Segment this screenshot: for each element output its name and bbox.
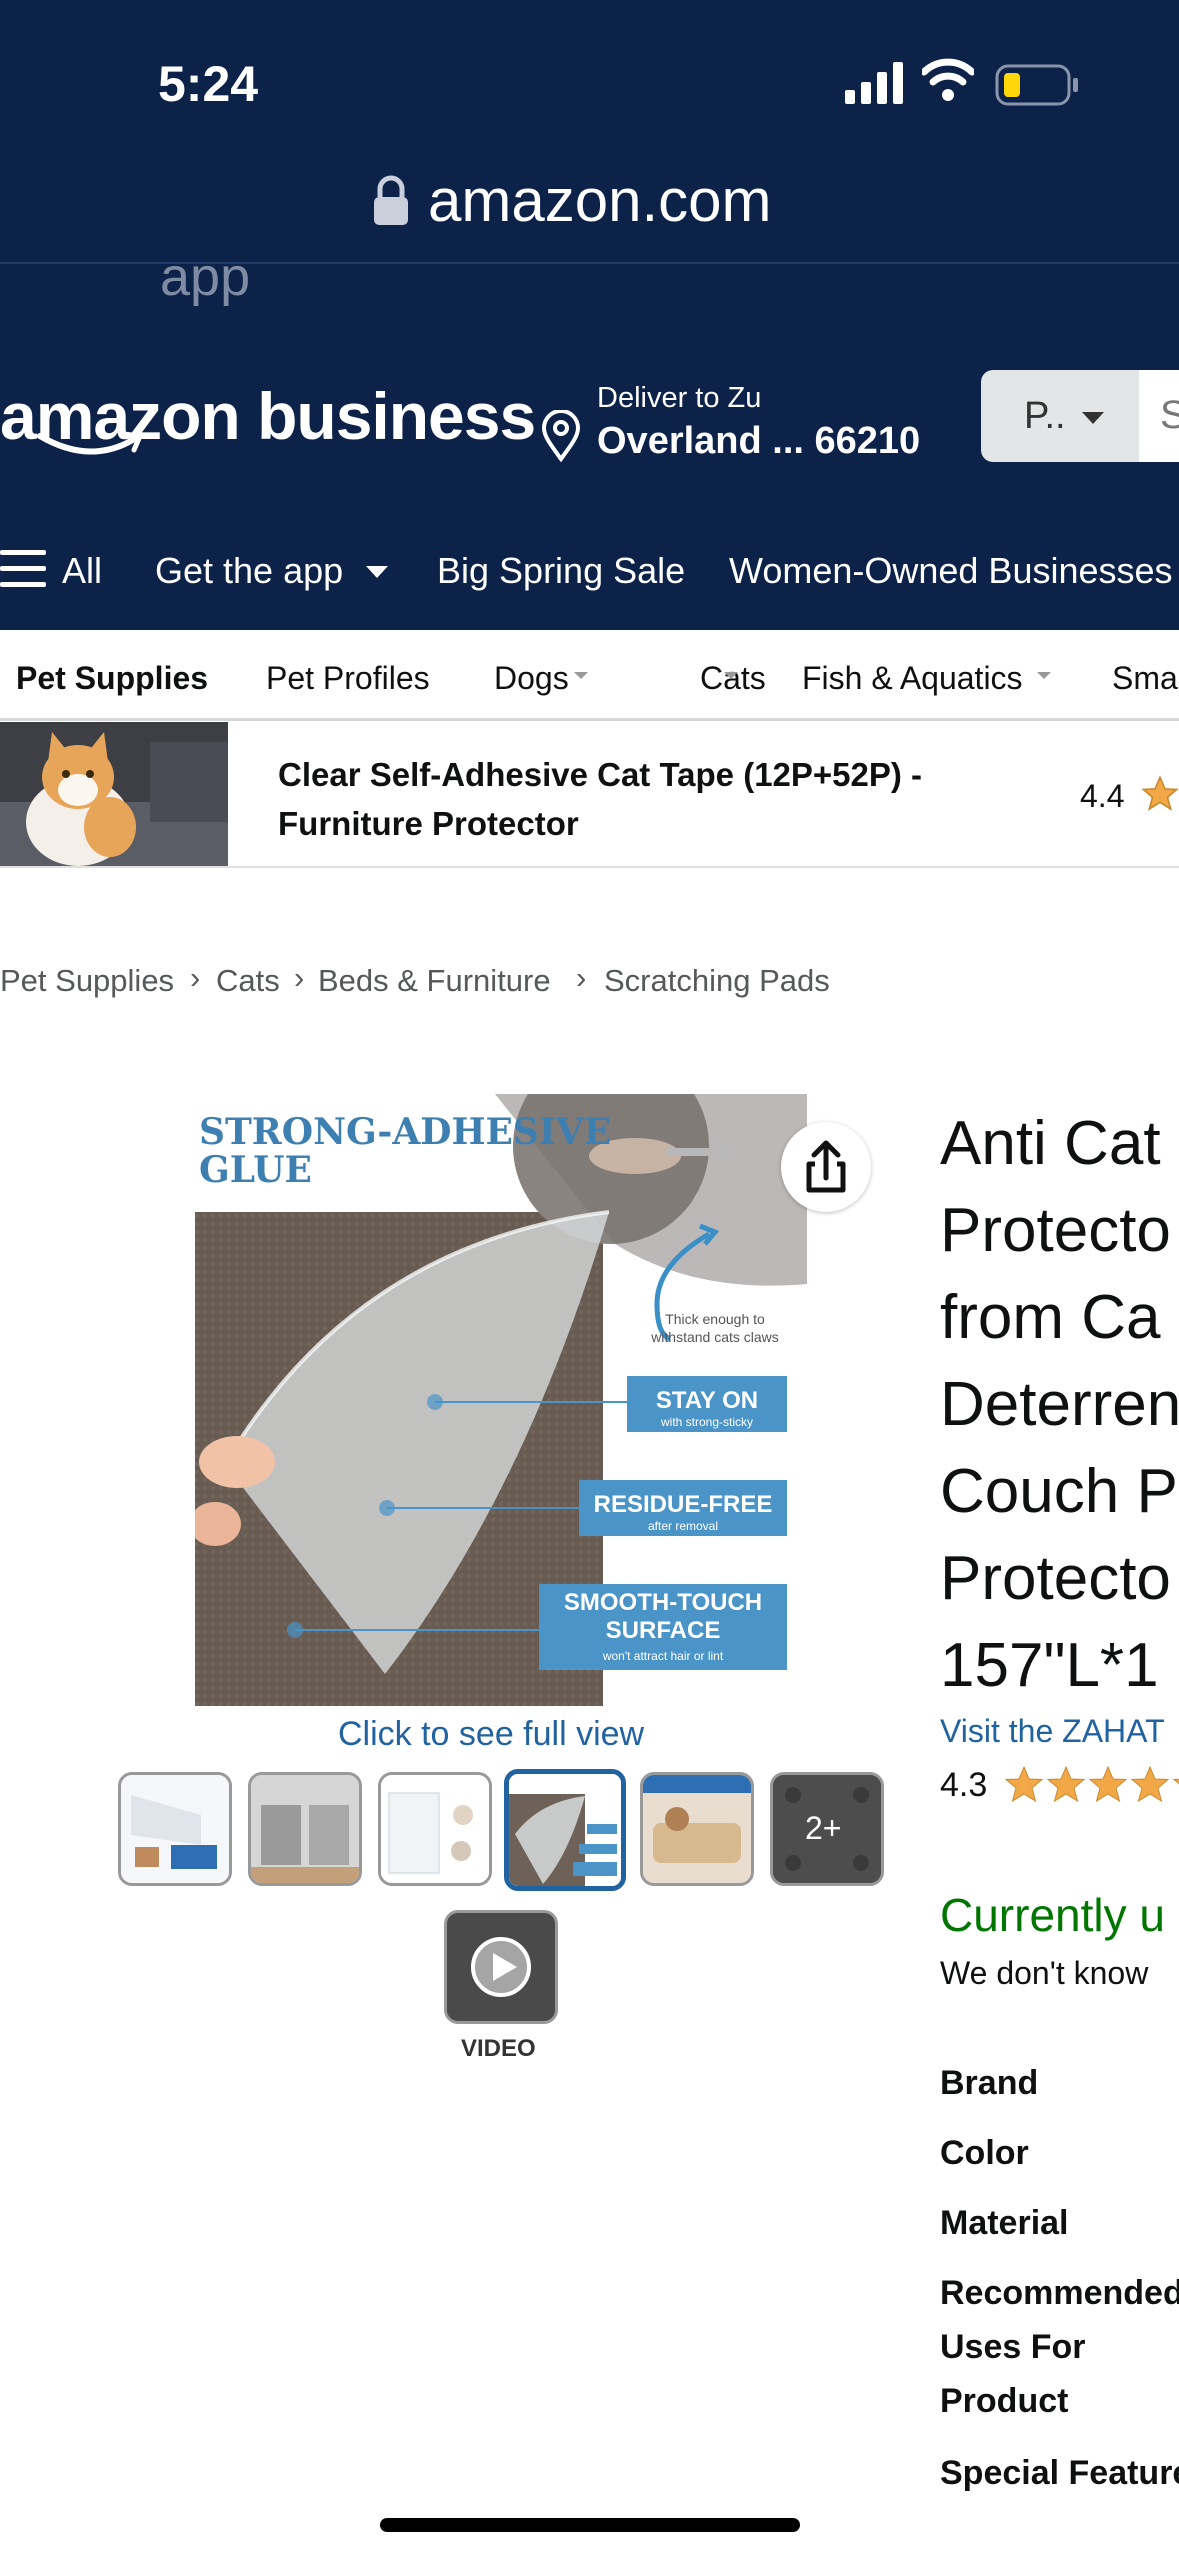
video-label: VIDEO [461,2035,536,2062]
subnav-small-animals[interactable]: Sma [1112,660,1178,697]
home-indicator[interactable] [380,2518,800,2532]
spec-label-brand: Brand [940,2064,1039,2102]
search-placeholder: S [1160,393,1179,437]
nav-women-owned[interactable]: Women-Owned Businesses [729,550,1173,592]
cat-on-sofa-image[interactable] [0,722,228,866]
subnav-dogs[interactable]: Dogs [494,660,569,697]
badge-stay-on-sub: with strong-sticky [660,1415,753,1429]
chevron-down-icon [366,566,388,578]
title-line: 157"L*1 [940,1631,1159,1700]
click-full-view-link[interactable]: Click to see full view [338,1715,644,1754]
hamburger-menu-icon[interactable] [0,548,48,590]
badge-residue-free-sub: after removal [648,1519,718,1533]
status-time: 5:24 [158,56,259,112]
thumbnail-image [251,1775,359,1883]
title-line: Deterren [940,1370,1179,1439]
thumbnail-image [381,1775,489,1883]
breadcrumb-cats[interactable]: Cats [216,963,280,999]
breadcrumb-separator: › [190,960,201,995]
thumbnail-3[interactable] [378,1772,492,1886]
breadcrumb-beds-furniture[interactable]: Beds & Furniture [318,963,551,999]
nav-get-the-app[interactable]: Get the app [155,550,343,592]
image-heading-1: STRONG-ADHESIVE [199,1111,611,1153]
subnav-fish-aquatics[interactable]: Fish & Aquatics [802,660,1023,697]
title-line: from Ca [940,1283,1161,1352]
chevron-down-icon [724,672,738,679]
availability-status: Currently u [940,1889,1165,1941]
visit-store-link[interactable]: Visit the ZAHAT [940,1713,1165,1750]
badge-smooth-touch: SMOOTH-TOUCH [564,1589,762,1616]
image-callout-1: Thick enough to [665,1311,765,1327]
app-banner-text: app [160,247,251,307]
thumbnail-image [643,1775,751,1883]
product-title: Anti Cat Protecto from Ca Deterren Couch… [940,1100,1179,1709]
play-icon [447,1913,555,2021]
share-button[interactable] [781,1122,871,1212]
wifi-icon [922,58,974,101]
lock-icon [374,175,408,225]
share-icon [806,1140,846,1193]
breadcrumb-scratching-pads[interactable]: Scratching Pads [604,963,830,999]
promo-rating: 4.4 [1080,778,1125,814]
spec-label-material: Material [940,2204,1069,2242]
chevron-down-icon [574,672,588,679]
nav-big-spring-sale[interactable]: Big Spring Sale [437,550,685,592]
more-images-count: 2+ [805,1810,842,1846]
availability-note: We don't know [940,1955,1149,1991]
breadcrumb-pet-supplies[interactable]: Pet Supplies [0,963,174,999]
title-line: Anti Cat [940,1109,1161,1178]
nav-all[interactable]: All [62,550,102,592]
promo-product-title[interactable]: Clear Self-Adhesive Cat Tape (12P+52P) -… [278,750,1038,848]
chevron-down-icon [1037,672,1051,679]
thumbnail-5[interactable] [640,1772,754,1886]
url-bar-text[interactable]: amazon.com [428,166,771,235]
chevron-down-icon [1082,412,1104,424]
star-icon [1141,775,1179,811]
cellular-signal-icon [845,62,903,104]
subnav-pet-profiles[interactable]: Pet Profiles [266,660,430,697]
badge-surface: SURFACE [606,1617,721,1644]
badge-smooth-touch-sub: won't attract hair or lint [602,1649,724,1663]
breadcrumb-separator: › [576,960,587,995]
thumbnail-image [121,1775,229,1883]
breadcrumb-separator: › [294,960,305,995]
image-heading-2: GLUE [199,1149,312,1191]
battery-icon [995,64,1078,106]
main-product-image[interactable]: STRONG-ADHESIVE GLUE Thick enough to wit… [195,1094,807,1706]
product-rating-value: 4.3 [940,1766,988,1804]
subnav-pet-supplies[interactable]: Pet Supplies [16,660,208,697]
thumbnail-2[interactable] [248,1772,362,1886]
spec-label-color: Color [940,2134,1029,2172]
spec-label-special-feature: Special Feature [940,2454,1179,2492]
title-line: Couch P [940,1457,1178,1526]
badge-residue-free: RESIDUE-FREE [594,1491,773,1518]
title-line: Protecto [940,1196,1171,1265]
amazon-smile-icon [37,431,143,455]
thumbnail-4-selected[interactable] [504,1769,626,1891]
deliver-location[interactable]: Overland ... 66210 [597,420,920,463]
search-category-label: P.. [1024,395,1066,437]
spec-label-recommended-uses: Recommended Uses For Product [940,2274,1179,2420]
rating-stars-icon[interactable] [1004,1764,1179,1808]
deliver-to-label[interactable]: Deliver to Zu [597,382,761,415]
thumbnail-1[interactable] [118,1772,232,1886]
location-pin-icon[interactable] [540,410,582,462]
video-thumbnail[interactable] [444,1910,558,2024]
badge-stay-on: STAY ON [656,1387,758,1414]
title-line: Protecto [940,1544,1171,1613]
thumbnail-image [509,1774,621,1886]
image-callout-2: withstand cats claws [650,1329,779,1345]
